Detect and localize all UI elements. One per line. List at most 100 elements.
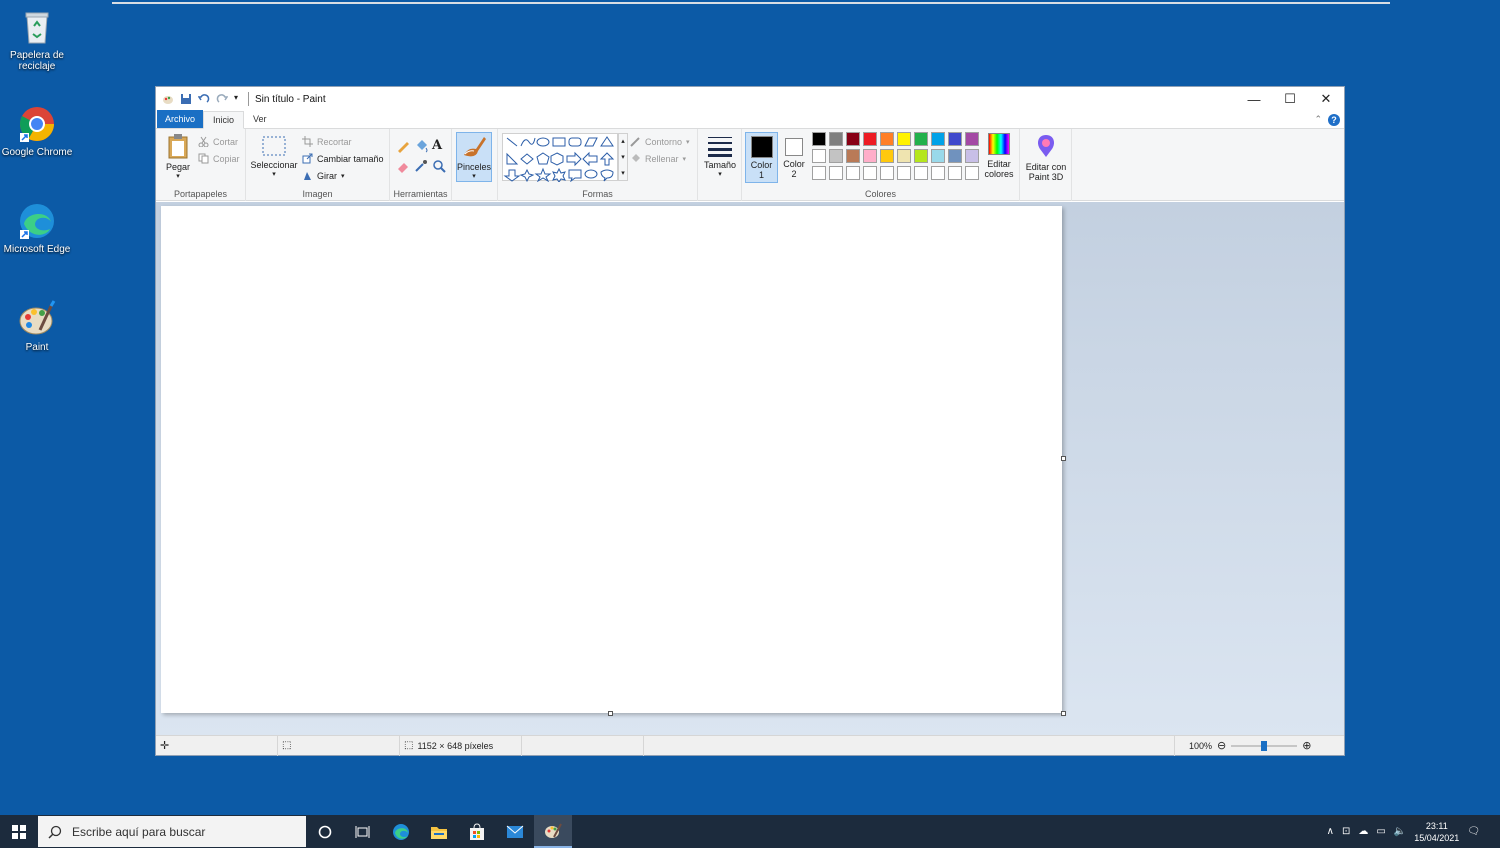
customize-qa-chevron-icon[interactable]: ▾ — [234, 93, 242, 105]
tab-file[interactable]: Archivo — [157, 110, 204, 128]
undo-icon[interactable] — [197, 93, 210, 105]
brushes-button[interactable]: Pinceles ▾ — [456, 132, 492, 182]
color-swatch[interactable] — [914, 132, 928, 146]
desktop-icon-recycle-bin[interactable]: Papelera de reciclaje — [0, 8, 74, 72]
resize-handle-corner[interactable] — [1061, 711, 1066, 716]
taskbar-store[interactable] — [458, 815, 496, 848]
color-swatch[interactable] — [931, 166, 945, 180]
text-tool-icon[interactable]: A — [432, 139, 446, 155]
resize-button[interactable]: Cambiar tamaño — [302, 153, 384, 164]
paste-button[interactable]: Pegar ▾ — [164, 133, 192, 180]
zoom-slider-thumb[interactable] — [1261, 740, 1268, 751]
desktop-icon-edge[interactable]: Microsoft Edge — [0, 202, 74, 255]
color-swatch[interactable] — [829, 132, 843, 146]
color-swatch[interactable] — [897, 166, 911, 180]
zoom-slider[interactable] — [1231, 740, 1298, 751]
color-swatch[interactable] — [863, 166, 877, 180]
tab-view[interactable]: Ver — [244, 110, 276, 128]
color-swatch[interactable] — [829, 149, 843, 163]
outline-button[interactable]: Contorno ▾ — [630, 136, 690, 147]
color-swatch[interactable] — [880, 166, 894, 180]
resize-handle-bottom[interactable] — [608, 711, 613, 716]
fill-bucket-icon[interactable] — [414, 139, 428, 155]
color-swatch[interactable] — [965, 132, 979, 146]
save-icon[interactable] — [180, 93, 192, 105]
size-button[interactable]: Tamaño ▾ — [702, 135, 738, 178]
maximize-button[interactable]: ☐ — [1272, 87, 1308, 111]
color-swatch[interactable] — [914, 166, 928, 180]
desktop-icon-label: Paint — [25, 342, 49, 353]
taskbar-paint[interactable] — [534, 815, 572, 848]
color-swatch[interactable] — [948, 132, 962, 146]
copy-button[interactable]: Copiar — [198, 153, 240, 164]
start-button[interactable] — [0, 815, 38, 848]
zoom-in-icon[interactable]: ⊕ — [1302, 739, 1311, 752]
show-hidden-icons-chevron[interactable]: ∧ — [1327, 826, 1334, 837]
window-title: Sin título - Paint — [255, 93, 326, 105]
minimize-button[interactable]: — — [1236, 87, 1272, 111]
color-swatch[interactable] — [846, 149, 860, 163]
color-swatch[interactable] — [931, 132, 945, 146]
desktop-icon-chrome[interactable]: Google Chrome — [0, 105, 74, 158]
color-swatch[interactable] — [897, 132, 911, 146]
fill-icon — [630, 153, 641, 164]
color-swatch[interactable] — [846, 132, 860, 146]
cortana-button[interactable] — [306, 815, 344, 848]
color-swatch[interactable] — [829, 166, 843, 180]
select-button[interactable]: Seleccionar ▾ — [250, 135, 298, 178]
color-swatch[interactable] — [948, 166, 962, 180]
color-swatch[interactable] — [931, 149, 945, 163]
color-swatch[interactable] — [846, 166, 860, 180]
taskbar-edge[interactable] — [382, 815, 420, 848]
eraser-icon[interactable] — [396, 159, 410, 175]
color-swatch[interactable] — [880, 132, 894, 146]
color-swatch[interactable] — [812, 132, 826, 146]
color-swatch[interactable] — [863, 132, 877, 146]
resize-handle-right[interactable] — [1061, 456, 1066, 461]
network-icon[interactable]: ▭ — [1376, 826, 1385, 837]
fill-button[interactable]: Rellenar ▾ — [630, 153, 686, 164]
color-swatch[interactable] — [914, 149, 928, 163]
taskbar-search[interactable]: Escribe aquí para buscar — [38, 816, 306, 847]
magnifier-icon[interactable] — [432, 159, 446, 175]
redo-icon[interactable] — [216, 93, 229, 105]
volume-icon[interactable]: 🔈 — [1394, 826, 1406, 837]
clock[interactable]: 23:11 15/04/2021 — [1414, 820, 1459, 844]
color-swatch[interactable] — [863, 149, 877, 163]
onedrive-cloud-icon[interactable]: ☁ — [1358, 826, 1368, 837]
help-icon[interactable]: ? — [1328, 114, 1340, 126]
color-swatch[interactable] — [965, 166, 979, 180]
cut-button[interactable]: Cortar — [198, 136, 238, 148]
drawing-canvas[interactable] — [161, 206, 1062, 713]
tab-home[interactable]: Inicio — [203, 111, 245, 129]
pencil-icon[interactable] — [396, 139, 410, 155]
collapse-ribbon-icon[interactable]: ⌃ — [1314, 114, 1322, 125]
group-tools: A Herramientas — [390, 129, 452, 201]
selection-rectangle-icon — [262, 136, 286, 156]
zoom-out-icon[interactable]: ⊖ — [1217, 739, 1226, 752]
color-swatch[interactable] — [812, 149, 826, 163]
taskbar-file-explorer[interactable] — [420, 815, 458, 848]
color-swatch[interactable] — [965, 149, 979, 163]
color2-button[interactable]: Color 2 — [780, 132, 808, 183]
color-swatch[interactable] — [880, 149, 894, 163]
paint-palette-icon — [545, 823, 562, 838]
taskbar-mail[interactable] — [496, 815, 534, 848]
close-button[interactable]: ✕ — [1308, 87, 1344, 111]
color-picker-icon[interactable] — [414, 159, 428, 175]
shapes-scroll[interactable]: ▴ ▾ ▾ — [618, 133, 628, 181]
color-swatch[interactable] — [948, 149, 962, 163]
rotate-button[interactable]: Girar ▾ — [302, 170, 345, 181]
color-swatch[interactable] — [897, 149, 911, 163]
color1-button[interactable]: Color 1 — [745, 132, 778, 183]
task-view-button[interactable] — [344, 815, 382, 848]
shapes-gallery[interactable] — [502, 133, 618, 183]
edit-colors-button[interactable]: Editar colores — [982, 133, 1016, 179]
crop-button[interactable]: Recortar — [302, 136, 352, 147]
notifications-icon[interactable]: 🗨 — [1467, 826, 1480, 837]
meet-now-icon[interactable]: ⊡ — [1342, 826, 1350, 837]
color-swatch[interactable] — [812, 166, 826, 180]
group-image: Seleccionar ▾ Recortar Cambiar tamaño Gi… — [246, 129, 390, 201]
desktop-icon-paint[interactable]: Paint — [0, 300, 74, 353]
edit-paint3d-button[interactable]: Editar con Paint 3D — [1022, 133, 1070, 182]
